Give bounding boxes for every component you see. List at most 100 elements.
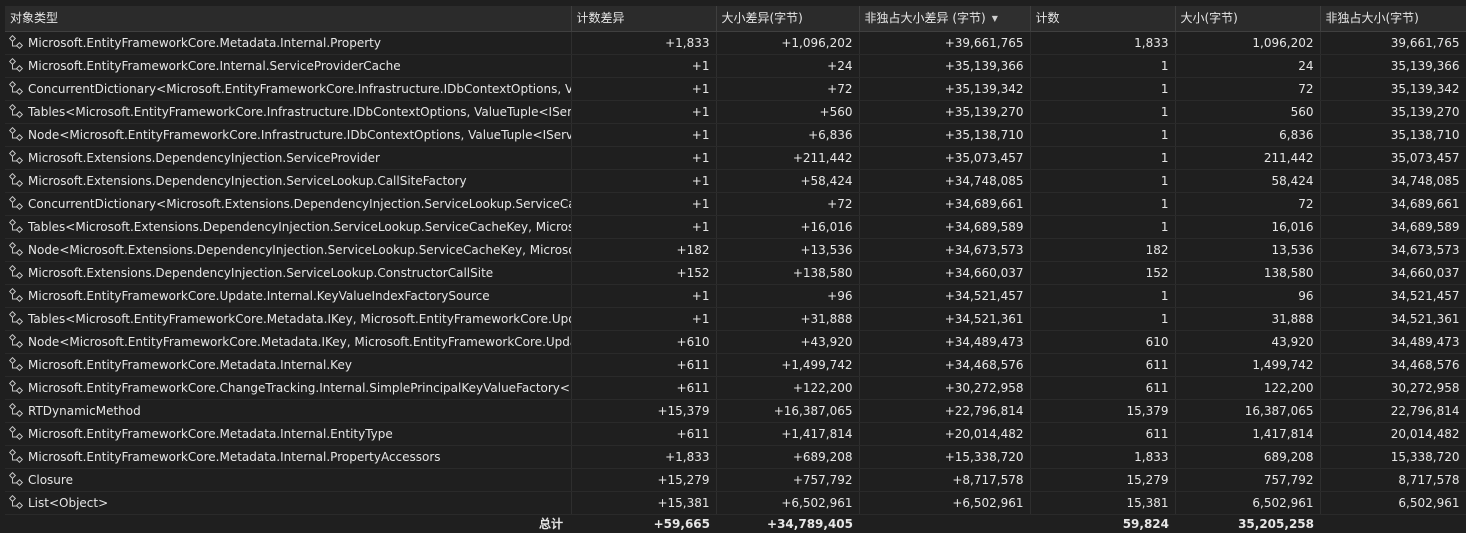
table-row[interactable]: Microsoft.Extensions.DependencyInjection…	[5, 170, 1466, 193]
table-row[interactable]: Microsoft.EntityFrameworkCore.ChangeTrac…	[5, 377, 1466, 400]
class-type-icon	[9, 403, 25, 419]
sort-descending-icon: ▼	[992, 14, 998, 23]
size-cell: 31,888	[1175, 308, 1320, 331]
count-diff-cell: +1	[571, 78, 716, 101]
object-type-cell[interactable]: Closure	[5, 469, 571, 492]
object-type-cell[interactable]: ConcurrentDictionary<Microsoft.Extension…	[5, 193, 571, 216]
inclusive-size-diff-cell: +20,014,482	[859, 423, 1030, 446]
object-type-cell[interactable]: Microsoft.EntityFrameworkCore.Metadata.I…	[5, 32, 571, 55]
class-type-icon	[9, 150, 25, 166]
size-diff-cell: +16,387,065	[716, 400, 859, 423]
column-header-count-diff[interactable]: 计数差异	[571, 6, 716, 32]
object-type-cell[interactable]: Microsoft.EntityFrameworkCore.Metadata.I…	[5, 423, 571, 446]
count-diff-cell: +15,279	[571, 469, 716, 492]
object-type-cell[interactable]: ConcurrentDictionary<Microsoft.EntityFra…	[5, 78, 571, 101]
object-type-name: Microsoft.EntityFrameworkCore.Metadata.I…	[28, 36, 381, 50]
object-type-cell[interactable]: List<Object>	[5, 492, 571, 515]
inclusive-size-cell: 34,521,361	[1320, 308, 1466, 331]
inclusive-size-cell: 34,468,576	[1320, 354, 1466, 377]
column-header-count[interactable]: 计数	[1030, 6, 1175, 32]
totals-inclusive-size	[1320, 515, 1466, 533]
size-cell: 560	[1175, 101, 1320, 124]
object-type-cell[interactable]: Microsoft.EntityFrameworkCore.Internal.S…	[5, 55, 571, 78]
size-diff-cell: +58,424	[716, 170, 859, 193]
object-type-cell[interactable]: Microsoft.EntityFrameworkCore.Metadata.I…	[5, 446, 571, 469]
table-row[interactable]: Microsoft.Extensions.DependencyInjection…	[5, 147, 1466, 170]
size-cell: 72	[1175, 78, 1320, 101]
count-cell: 182	[1030, 239, 1175, 262]
object-type-cell[interactable]: Microsoft.EntityFrameworkCore.ChangeTrac…	[5, 377, 571, 400]
inclusive-size-diff-cell: +34,489,473	[859, 331, 1030, 354]
column-header-size[interactable]: 大小(字节)	[1175, 6, 1320, 32]
table-row[interactable]: Node<Microsoft.EntityFrameworkCore.Infra…	[5, 124, 1466, 147]
inclusive-size-cell: 34,689,661	[1320, 193, 1466, 216]
count-cell: 1	[1030, 308, 1175, 331]
inclusive-size-diff-cell: +22,796,814	[859, 400, 1030, 423]
table-row[interactable]: Microsoft.EntityFrameworkCore.Metadata.I…	[5, 354, 1466, 377]
table-row[interactable]: Microsoft.Extensions.DependencyInjection…	[5, 262, 1466, 285]
inclusive-size-diff-cell: +8,717,578	[859, 469, 1030, 492]
column-header-inclusive-size-diff[interactable]: 非独占大小差异 (字节)▼	[859, 6, 1030, 32]
size-cell: 689,208	[1175, 446, 1320, 469]
table-row[interactable]: Microsoft.EntityFrameworkCore.Metadata.I…	[5, 446, 1466, 469]
count-diff-cell: +1	[571, 101, 716, 124]
column-header-size-diff[interactable]: 大小差异(字节)	[716, 6, 859, 32]
inclusive-size-diff-cell: +35,073,457	[859, 147, 1030, 170]
object-type-cell[interactable]: Tables<Microsoft.EntityFrameworkCore.Inf…	[5, 101, 571, 124]
object-type-cell[interactable]: Microsoft.Extensions.DependencyInjection…	[5, 147, 571, 170]
count-diff-cell: +1	[571, 147, 716, 170]
object-type-name: List<Object>	[28, 496, 108, 510]
object-type-cell[interactable]: Microsoft.Extensions.DependencyInjection…	[5, 262, 571, 285]
table-row[interactable]: RTDynamicMethod+15,379+16,387,065+22,796…	[5, 400, 1466, 423]
count-cell: 1	[1030, 101, 1175, 124]
table-row[interactable]: Closure+15,279+757,792+8,717,57815,27975…	[5, 469, 1466, 492]
table-row[interactable]: ConcurrentDictionary<Microsoft.EntityFra…	[5, 78, 1466, 101]
inclusive-size-cell: 34,521,457	[1320, 285, 1466, 308]
size-cell: 96	[1175, 285, 1320, 308]
object-type-cell[interactable]: RTDynamicMethod	[5, 400, 571, 423]
table-row[interactable]: List<Object>+15,381+6,502,961+6,502,9611…	[5, 492, 1466, 515]
object-type-cell[interactable]: Node<Microsoft.EntityFrameworkCore.Metad…	[5, 331, 571, 354]
table-row[interactable]: Microsoft.EntityFrameworkCore.Metadata.I…	[5, 32, 1466, 55]
table-row[interactable]: Microsoft.EntityFrameworkCore.Metadata.I…	[5, 423, 1466, 446]
object-type-cell[interactable]: Microsoft.EntityFrameworkCore.Metadata.I…	[5, 354, 571, 377]
table-row[interactable]: Microsoft.EntityFrameworkCore.Internal.S…	[5, 55, 1466, 78]
column-header-inclusive-size[interactable]: 非独占大小(字节)	[1320, 6, 1466, 32]
object-type-name: Microsoft.EntityFrameworkCore.ChangeTrac…	[28, 381, 571, 395]
column-header-object-type[interactable]: 对象类型	[5, 6, 571, 32]
table-row[interactable]: ConcurrentDictionary<Microsoft.Extension…	[5, 193, 1466, 216]
inclusive-size-diff-cell: +6,502,961	[859, 492, 1030, 515]
object-type-cell[interactable]: Tables<Microsoft.EntityFrameworkCore.Met…	[5, 308, 571, 331]
count-diff-cell: +182	[571, 239, 716, 262]
object-type-name: Microsoft.EntityFrameworkCore.Internal.S…	[28, 59, 401, 73]
table-row[interactable]: Microsoft.EntityFrameworkCore.Update.Int…	[5, 285, 1466, 308]
count-diff-cell: +1	[571, 308, 716, 331]
object-type-cell[interactable]: Tables<Microsoft.Extensions.DependencyIn…	[5, 216, 571, 239]
count-cell: 1	[1030, 55, 1175, 78]
table-row[interactable]: Node<Microsoft.EntityFrameworkCore.Metad…	[5, 331, 1466, 354]
object-type-cell[interactable]: Microsoft.Extensions.DependencyInjection…	[5, 170, 571, 193]
count-cell: 1	[1030, 124, 1175, 147]
count-cell: 1	[1030, 216, 1175, 239]
heap-diff-table: 对象类型 计数差异 大小差异(字节) 非独占大小差异 (字节)▼ 计数 大小(字…	[5, 6, 1466, 533]
table-row[interactable]: Tables<Microsoft.Extensions.DependencyIn…	[5, 216, 1466, 239]
count-cell: 611	[1030, 423, 1175, 446]
inclusive-size-cell: 35,138,710	[1320, 124, 1466, 147]
table-row[interactable]: Tables<Microsoft.EntityFrameworkCore.Inf…	[5, 101, 1466, 124]
inclusive-size-diff-cell: +35,139,366	[859, 55, 1030, 78]
object-type-cell[interactable]: Node<Microsoft.Extensions.DependencyInje…	[5, 239, 571, 262]
inclusive-size-diff-cell: +35,139,342	[859, 78, 1030, 101]
table-row[interactable]: Tables<Microsoft.EntityFrameworkCore.Met…	[5, 308, 1466, 331]
count-diff-cell: +15,381	[571, 492, 716, 515]
inclusive-size-cell: 35,073,457	[1320, 147, 1466, 170]
table-row[interactable]: Node<Microsoft.Extensions.DependencyInje…	[5, 239, 1466, 262]
object-type-cell[interactable]: Node<Microsoft.EntityFrameworkCore.Infra…	[5, 124, 571, 147]
object-type-name: RTDynamicMethod	[28, 404, 141, 418]
size-cell: 16,387,065	[1175, 400, 1320, 423]
object-type-name: Tables<Microsoft.EntityFrameworkCore.Inf…	[28, 105, 571, 119]
object-type-cell[interactable]: Microsoft.EntityFrameworkCore.Update.Int…	[5, 285, 571, 308]
size-diff-cell: +1,499,742	[716, 354, 859, 377]
size-diff-cell: +13,536	[716, 239, 859, 262]
inclusive-size-cell: 34,689,589	[1320, 216, 1466, 239]
size-diff-cell: +6,502,961	[716, 492, 859, 515]
